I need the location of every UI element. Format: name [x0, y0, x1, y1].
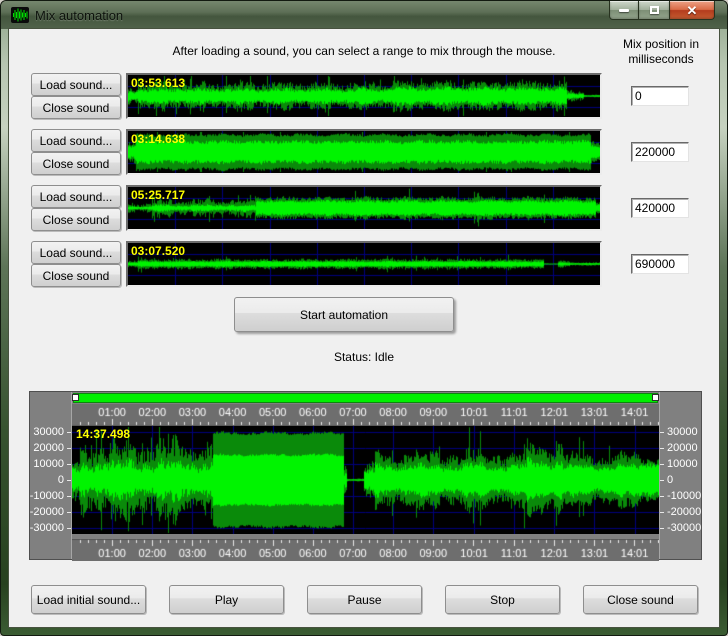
amplitude-tick	[660, 432, 664, 433]
mix-position-input-4[interactable]	[631, 254, 689, 274]
time-ruler-bottom	[72, 539, 659, 561]
close-button[interactable]: ✕	[669, 1, 715, 20]
amplitude-label: 10000	[33, 458, 64, 470]
amplitude-tick	[660, 496, 664, 497]
status-text: Status: Idle	[126, 350, 602, 364]
amplitude-label: 0	[58, 474, 64, 486]
waveform-panel-4[interactable]: 03:07.520	[126, 241, 602, 287]
clip-timestamp-2: 03:14.638	[131, 132, 185, 146]
close-sound-footer-button[interactable]: Close sound	[583, 585, 698, 614]
amplitude-label: -30000	[667, 522, 701, 534]
amplitude-tick	[67, 528, 71, 529]
load-sound-button-1[interactable]: Load sound...	[31, 73, 121, 96]
editor-timestamp: 14:37.498	[76, 427, 130, 441]
editor-waveform-canvas[interactable]	[72, 426, 659, 534]
waveform-canvas-3[interactable]	[128, 187, 600, 229]
selection-bar[interactable]	[73, 393, 658, 403]
amplitude-tick	[67, 448, 71, 449]
amplitude-label: 0	[667, 474, 673, 486]
waveform-panel-1[interactable]: 03:53.613	[126, 73, 602, 119]
selection-handle-right[interactable]	[652, 394, 659, 401]
mix-position-input-2[interactable]	[631, 142, 689, 162]
instructions-text: After loading a sound, you can select a …	[119, 44, 609, 58]
amplitude-axis-right: 30000 20000 10000 0 -10000 -20000 -30000	[659, 392, 701, 559]
minimize-icon	[619, 9, 629, 12]
start-automation-button[interactable]: Start automation	[234, 297, 454, 332]
amplitude-label: -20000	[30, 506, 64, 518]
load-sound-button-4[interactable]: Load sound...	[31, 241, 121, 264]
mix-position-label-line1: Mix position in	[623, 37, 699, 51]
amplitude-label: 20000	[667, 442, 698, 454]
amplitude-tick	[660, 512, 664, 513]
clip-timestamp-1: 03:53.613	[131, 76, 185, 90]
amplitude-tick	[67, 496, 71, 497]
amplitude-tick	[660, 448, 664, 449]
load-sound-button-2[interactable]: Load sound...	[31, 129, 121, 152]
clip-timestamp-4: 03:07.520	[131, 244, 185, 258]
pause-button[interactable]: Pause	[307, 585, 422, 614]
amplitude-label: 20000	[33, 442, 64, 454]
load-initial-sound-button[interactable]: Load initial sound...	[31, 585, 146, 614]
close-sound-button-3[interactable]: Close sound	[31, 208, 121, 231]
amplitude-label: -30000	[30, 522, 64, 534]
clip-timestamp-3: 05:25.717	[131, 188, 185, 202]
amplitude-tick	[660, 464, 664, 465]
play-button[interactable]: Play	[169, 585, 284, 614]
amplitude-label: 30000	[33, 426, 64, 438]
amplitude-label: 30000	[667, 426, 698, 438]
editor-wave-wrap: 14:37.498	[72, 426, 659, 539]
time-ruler-top	[72, 404, 659, 426]
editor-center: 14:37.498	[72, 392, 659, 559]
amplitude-tick	[660, 528, 664, 529]
waveform-canvas-1[interactable]	[128, 75, 600, 117]
waveform-panel-2[interactable]: 03:14.638	[126, 129, 602, 175]
amplitude-label: -10000	[30, 490, 64, 502]
waveform-panel-3[interactable]: 05:25.717	[126, 185, 602, 231]
client-area: After loading a sound, you can select a …	[8, 28, 720, 628]
mix-position-label: Mix position in milliseconds	[605, 37, 717, 67]
close-sound-button-2[interactable]: Close sound	[31, 152, 121, 175]
app-window: Mix automation ✕ After loading a sound, …	[0, 0, 728, 636]
stop-button[interactable]: Stop	[445, 585, 560, 614]
amplitude-tick	[67, 464, 71, 465]
selection-handle-left[interactable]	[72, 394, 79, 401]
waveform-canvas-2[interactable]	[128, 131, 600, 173]
mix-position-input-1[interactable]	[631, 86, 689, 106]
waveform-canvas-4[interactable]	[128, 243, 600, 285]
amplitude-axis-left: 30000 20000 10000 0 -10000 -20000 -30000	[30, 392, 72, 559]
amplitude-tick	[67, 512, 71, 513]
window-title: Mix automation	[35, 8, 123, 23]
close-sound-button-4[interactable]: Close sound	[31, 264, 121, 287]
mix-position-label-line2: milliseconds	[628, 52, 693, 66]
amplitude-tick	[67, 432, 71, 433]
maximize-button[interactable]	[639, 1, 669, 20]
close-sound-button-1[interactable]: Close sound	[31, 96, 121, 119]
amplitude-label: 10000	[667, 458, 698, 470]
close-icon: ✕	[687, 4, 698, 17]
amplitude-tick	[67, 480, 71, 481]
titlebar[interactable]: Mix automation ✕	[1, 1, 727, 29]
amplitude-label: -10000	[667, 490, 701, 502]
amplitude-label: -20000	[667, 506, 701, 518]
selection-area	[72, 392, 659, 404]
mix-position-input-3[interactable]	[631, 198, 689, 218]
maximize-icon	[650, 6, 659, 14]
load-sound-button-3[interactable]: Load sound...	[31, 185, 121, 208]
sound-editor: 30000 20000 10000 0 -10000 -20000 -30000 14:37…	[29, 391, 702, 560]
window-controls: ✕	[609, 1, 715, 20]
app-icon	[11, 7, 29, 23]
minimize-button[interactable]	[609, 1, 639, 20]
amplitude-tick	[660, 480, 664, 481]
